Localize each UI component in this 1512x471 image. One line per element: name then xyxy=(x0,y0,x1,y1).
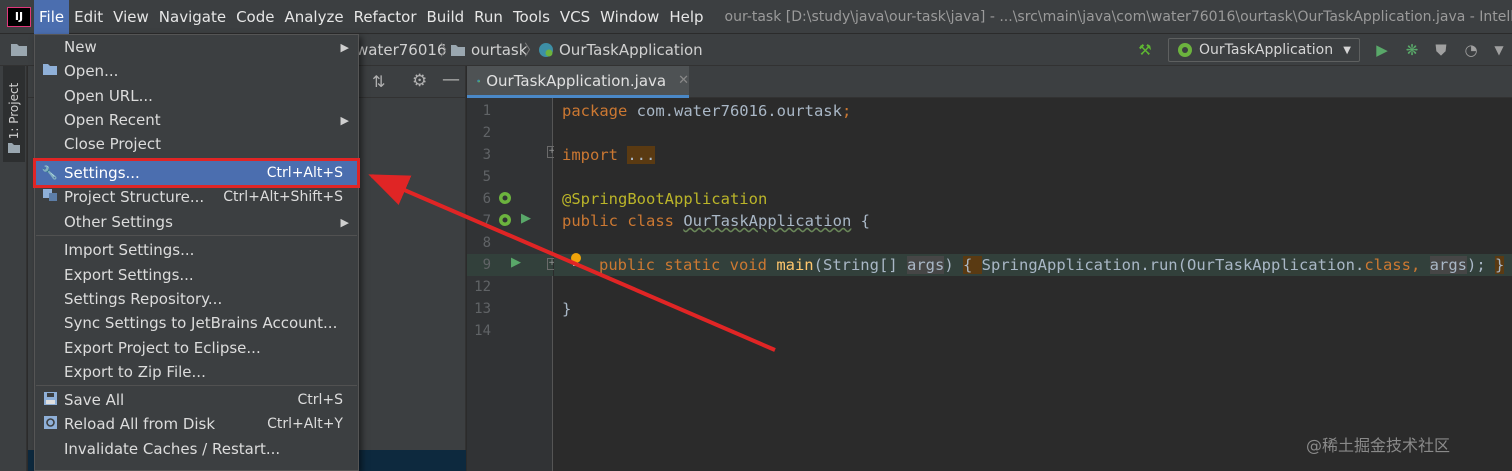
menu-file[interactable]: File xyxy=(34,0,70,34)
run-icon[interactable]: ▶ xyxy=(1373,41,1391,59)
menu-item-new[interactable]: New ▶ xyxy=(36,35,357,59)
menu-item-close-project[interactable]: Close Project xyxy=(36,132,357,156)
debug-bug-icon[interactable]: ❋ xyxy=(1403,41,1421,59)
menu-build[interactable]: Build xyxy=(422,0,470,34)
folder-icon xyxy=(10,42,28,61)
menu-separator xyxy=(36,385,357,386)
collapse-all-icon[interactable]: ⇅ xyxy=(372,72,385,91)
breadcrumb-ourtaskapplication[interactable]: OurTaskApplication xyxy=(559,34,703,66)
code-line-7: public class OurTaskApplication { xyxy=(562,212,870,230)
menu-item-invalidate-caches[interactable]: Invalidate Caches / Restart... xyxy=(36,437,357,461)
tool-window-strip: 1: Project xyxy=(0,66,27,471)
triangle-right-icon: ▶ xyxy=(340,215,349,229)
menu-item-settings-repository[interactable]: Settings Repository... xyxy=(36,287,357,311)
menu-help[interactable]: Help xyxy=(664,0,708,34)
spring-class-icon xyxy=(538,42,554,62)
menu-refactor[interactable]: Refactor xyxy=(349,0,422,34)
tab-ourtaskapplication-java[interactable]: OurTaskApplication.java ✕ xyxy=(467,66,689,98)
save-icon xyxy=(36,391,64,410)
menu-item-export-eclipse[interactable]: Export Project to Eclipse... xyxy=(36,336,357,360)
wrench-icon: 🔧 xyxy=(41,165,59,181)
line-number: 7 xyxy=(482,213,491,229)
run-configuration-label: OurTaskApplication xyxy=(1199,42,1334,58)
menu-code[interactable]: Code xyxy=(231,0,279,34)
triangle-right-icon: ▶ xyxy=(340,113,349,127)
window-title: our-task [D:\study\java\our-task\java] -… xyxy=(724,8,1512,25)
menu-window[interactable]: Window xyxy=(595,0,664,34)
code-line-3: import ... xyxy=(562,146,656,164)
menu-item-reload-all[interactable]: Reload All from Disk Ctrl+Alt+Y xyxy=(36,412,357,436)
run-gutter-icon[interactable]: ▶ xyxy=(511,255,521,270)
breadcrumb-ourtask[interactable]: ourtask xyxy=(471,34,527,66)
line-number: 6 xyxy=(482,191,491,207)
file-menu-dropdown: New ▶ Open... Open URL... Open Recent ▶ Cl… xyxy=(33,34,360,471)
menu-item-save-all[interactable]: Save All Ctrl+S xyxy=(36,388,357,412)
project-tool-tab[interactable]: 1: Project xyxy=(3,66,25,162)
line-number: 9 xyxy=(482,257,491,273)
breadcrumb-water76016[interactable]: water76016 xyxy=(356,34,446,66)
line-number: 5 xyxy=(482,169,491,185)
breadcrumb-separator: 〉 xyxy=(524,41,540,59)
profile-icon[interactable]: ◔ xyxy=(1462,41,1480,59)
run-configuration-select[interactable]: OurTaskApplication ▼ xyxy=(1168,38,1360,62)
code-line-1: package com.water76016.ourtask; xyxy=(562,102,852,120)
folded-imports[interactable]: ... xyxy=(627,146,656,164)
spring-bean-gutter-icon[interactable] xyxy=(497,190,513,210)
menu-item-open-url[interactable]: Open URL... xyxy=(36,84,357,108)
java-class-icon xyxy=(477,79,481,82)
more-dropdown-icon[interactable]: ▼ xyxy=(1490,41,1508,59)
menu-analyze[interactable]: Analyze xyxy=(279,0,348,34)
menu-item-open[interactable]: Open... xyxy=(36,59,357,83)
menu-edit[interactable]: Edit xyxy=(69,0,108,34)
menu-item-sync-settings[interactable]: Sync Settings to JetBrains Account... xyxy=(36,311,357,335)
menu-view[interactable]: View xyxy=(108,0,154,34)
spring-boot-icon xyxy=(1178,43,1192,57)
menu-item-export-zip[interactable]: Export to Zip File... xyxy=(36,360,357,384)
code-line-6: @SpringBootApplication xyxy=(562,190,768,208)
hide-panel-icon[interactable]: — xyxy=(442,69,460,90)
run-gutter-icon[interactable]: ▶ xyxy=(521,211,531,226)
intellij-logo-icon: IJ xyxy=(7,6,31,27)
menu-item-other-settings[interactable]: Other Settings ▶ xyxy=(36,210,357,234)
main-menubar: IJ File Edit View Navigate Code Analyze … xyxy=(0,0,1512,34)
menu-separator xyxy=(36,158,357,159)
menu-navigate[interactable]: Navigate xyxy=(154,0,231,34)
editor-gutter: 1 2 3 5 6 7 8 9 12 13 14 ▶ ▶ + + xyxy=(467,98,557,471)
line-number: 12 xyxy=(474,279,491,295)
triangle-right-icon: ▶ xyxy=(340,40,349,54)
menu-separator xyxy=(36,235,357,236)
gear-icon[interactable]: ⚙ xyxy=(412,71,427,91)
menu-tools[interactable]: Tools xyxy=(508,0,555,34)
menu-run[interactable]: Run xyxy=(469,0,508,34)
menu-item-import-settings[interactable]: Import Settings... xyxy=(36,238,357,262)
close-icon[interactable]: ✕ xyxy=(678,73,689,88)
project-folder-icon xyxy=(7,142,21,158)
line-number: 13 xyxy=(474,301,491,317)
code-line-9: public static void main(String[] args) {… xyxy=(599,256,1505,274)
menu-vcs[interactable]: VCS xyxy=(555,0,595,34)
menu-item-settings[interactable]: 🔧 Settings... Ctrl+Alt+S xyxy=(33,158,360,188)
line-number: 3 xyxy=(482,147,491,163)
line-number: 14 xyxy=(474,323,491,339)
menu-item-project-structure[interactable]: Project Structure... Ctrl+Alt+Shift+S xyxy=(36,185,357,209)
tab-label: OurTaskApplication.java xyxy=(486,71,667,90)
coverage-shield-icon[interactable]: ⛊ xyxy=(1432,41,1450,59)
menu-item-open-recent[interactable]: Open Recent ▶ xyxy=(36,108,357,132)
code-line-13: } xyxy=(562,300,572,318)
spring-bean-gutter-icon[interactable] xyxy=(497,212,513,232)
dropdown-arrow-icon: ▼ xyxy=(1343,44,1351,56)
menu-item-export-settings[interactable]: Export Settings... xyxy=(36,263,357,287)
line-number: 2 xyxy=(482,125,491,141)
project-structure-icon xyxy=(36,188,64,206)
build-hammer-icon[interactable]: ⚒ xyxy=(1136,41,1154,59)
folder-icon xyxy=(36,62,64,80)
reload-icon xyxy=(36,415,64,434)
editor-tab-bar: OurTaskApplication.java ✕ xyxy=(467,66,1512,98)
package-folder-icon xyxy=(450,43,466,61)
line-number: 8 xyxy=(482,235,491,251)
code-editor[interactable]: package com.water76016.ourtask; import .… xyxy=(554,98,1512,471)
intention-bulb-icon[interactable] xyxy=(569,252,583,272)
watermark: @稀土掘金技术社区 xyxy=(1306,436,1451,455)
line-number: 1 xyxy=(482,103,491,119)
